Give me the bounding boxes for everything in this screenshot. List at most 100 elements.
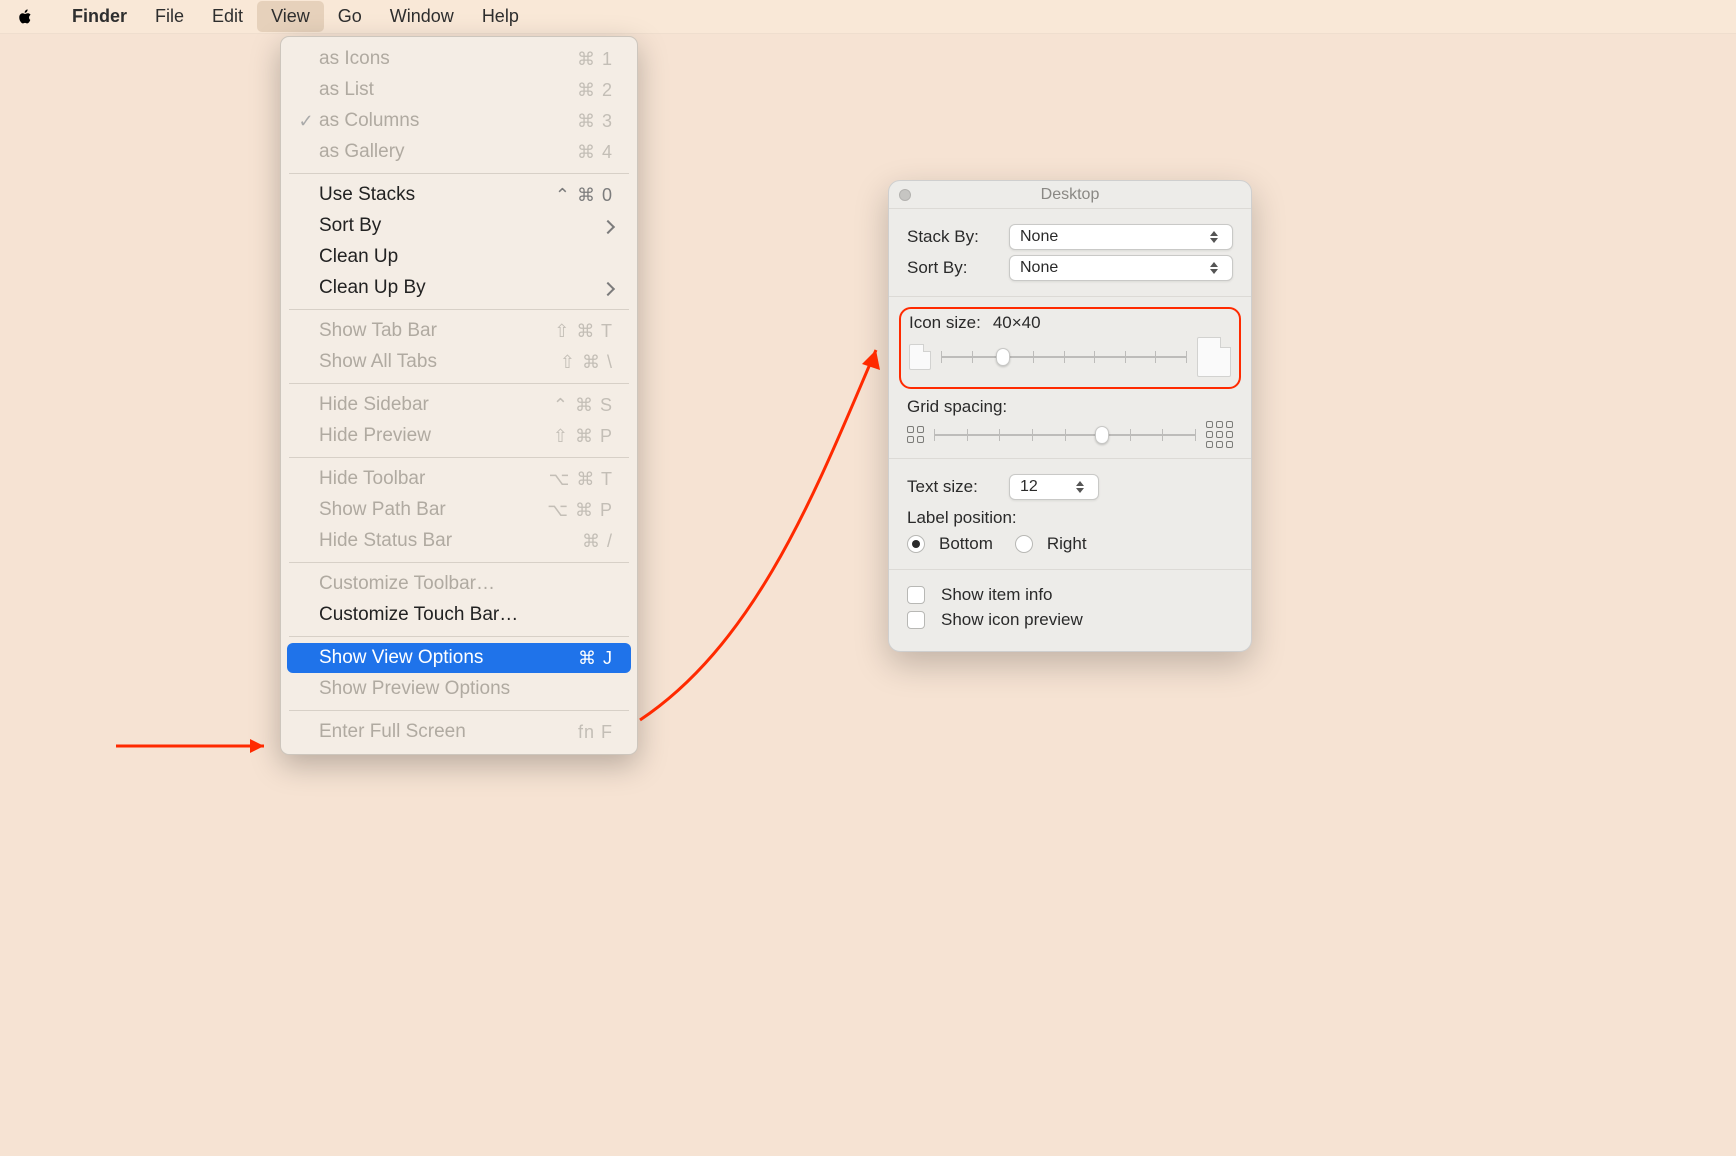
close-icon[interactable] (899, 189, 911, 201)
menu-item-shortcut: ⌃ ⌘ S (553, 395, 613, 416)
menu-item-label: as Gallery (317, 141, 577, 163)
menu-item-label: Hide Toolbar (317, 468, 549, 490)
menu-separator (289, 457, 629, 458)
label-position-label: Label position: (907, 508, 1233, 528)
menu-separator (289, 710, 629, 711)
menu-item-show-tab-bar: Show Tab Bar⇧ ⌘ T (287, 316, 631, 346)
menu-item-shortcut: ⌘ / (582, 531, 613, 552)
file-large-icon (1197, 337, 1231, 377)
menubar-item-view[interactable]: View (257, 1, 324, 32)
label-position-bottom[interactable]: Bottom (907, 534, 993, 554)
menu-item-shortcut: ⌘ 1 (577, 49, 613, 70)
menubar-item-go[interactable]: Go (324, 1, 376, 32)
menu-item-show-path-bar: Show Path Bar⌥ ⌘ P (287, 495, 631, 525)
menu-item-label: Hide Sidebar (317, 394, 553, 416)
menu-item-customize-touch-bar[interactable]: Customize Touch Bar… (287, 600, 631, 630)
menu-separator (289, 383, 629, 384)
grid-spacing-label: Grid spacing: (907, 397, 1233, 417)
show-icon-preview-checkbox[interactable]: Show icon preview (907, 610, 1233, 630)
menu-item-hide-sidebar: Hide Sidebar⌃ ⌘ S (287, 390, 631, 420)
checkmark-icon: ✓ (295, 111, 317, 132)
menubar-item-file[interactable]: File (141, 1, 198, 32)
chevron-up-down-icon (1076, 478, 1092, 496)
menubar-item-window[interactable]: Window (376, 1, 468, 32)
menu-separator (289, 636, 629, 637)
menu-item-as-columns: ✓as Columns⌘ 3 (287, 106, 631, 136)
chevron-up-down-icon (1210, 259, 1226, 277)
menubar-app-name[interactable]: Finder (58, 1, 141, 32)
menu-separator (289, 173, 629, 174)
menu-item-label: Hide Preview (317, 425, 553, 447)
chevron-right-icon (599, 278, 613, 299)
menu-item-show-all-tabs: Show All Tabs⇧ ⌘ \ (287, 347, 631, 377)
menu-item-shortcut: ⇧ ⌘ \ (560, 352, 613, 373)
sort-by-label: Sort By: (907, 258, 999, 278)
checkbox-icon (907, 586, 925, 604)
menu-item-label: Sort By (317, 215, 599, 237)
menu-item-as-list: as List⌘ 2 (287, 75, 631, 105)
label-position-right[interactable]: Right (1015, 534, 1087, 554)
grid-spacing-slider[interactable] (934, 425, 1196, 445)
menu-separator (289, 562, 629, 563)
menubar-item-edit[interactable]: Edit (198, 1, 257, 32)
menu-item-label: as List (317, 79, 577, 101)
icon-size-label: Icon size: (909, 313, 981, 333)
apple-logo-icon[interactable] (16, 8, 40, 26)
menu-item-shortcut: ⌘ 3 (577, 111, 613, 132)
menu-item-sort-by[interactable]: Sort By (287, 211, 631, 241)
icon-size-value: 40×40 (993, 313, 1041, 333)
menu-item-customize-toolbar: Customize Toolbar… (287, 569, 631, 599)
menu-item-label: Enter Full Screen (317, 721, 578, 743)
menu-item-label: Show Tab Bar (317, 320, 554, 342)
menu-item-label: as Columns (317, 110, 577, 132)
menu-item-clean-up[interactable]: Clean Up (287, 242, 631, 272)
annotation-arrows (0, 0, 1736, 1156)
menu-item-hide-toolbar: Hide Toolbar⌥ ⌘ T (287, 464, 631, 494)
panel-titlebar[interactable]: Desktop (889, 181, 1251, 209)
menu-item-shortcut: ⌘ 4 (577, 142, 613, 163)
menu-item-label: Clean Up (317, 246, 613, 268)
menu-item-shortcut: ⇧ ⌘ T (554, 321, 613, 342)
view-menu-dropdown: as Icons⌘ 1as List⌘ 2✓as Columns⌘ 3as Ga… (280, 36, 638, 755)
menubar: Finder FileEditViewGoWindowHelp (0, 0, 1736, 34)
menu-item-shortcut: ⌘ J (578, 648, 613, 669)
menu-item-label: Show Path Bar (317, 499, 547, 521)
menu-item-show-preview-options: Show Preview Options (287, 674, 631, 704)
menu-item-shortcut: ⌥ ⌘ T (549, 469, 613, 490)
menu-item-label: Show All Tabs (317, 351, 560, 373)
menu-item-label: Hide Status Bar (317, 530, 582, 552)
menu-item-use-stacks[interactable]: Use Stacks⌃ ⌘ 0 (287, 180, 631, 210)
chevron-right-icon (599, 216, 613, 237)
view-options-panel: Desktop Stack By: None Sort By: None Ico… (888, 180, 1252, 652)
show-item-info-checkbox[interactable]: Show item info (907, 585, 1233, 605)
file-small-icon (909, 344, 931, 370)
icon-size-slider[interactable] (941, 347, 1187, 367)
menu-item-hide-status-bar: Hide Status Bar⌘ / (287, 526, 631, 556)
menu-item-label: Clean Up By (317, 277, 599, 299)
menu-item-show-view-options[interactable]: Show View Options⌘ J (287, 643, 631, 673)
menu-item-as-gallery: as Gallery⌘ 4 (287, 137, 631, 167)
sort-by-popup[interactable]: None (1009, 255, 1233, 281)
stack-by-popup[interactable]: None (1009, 224, 1233, 250)
menu-item-label: Show View Options (317, 647, 578, 669)
grid-tight-icon (907, 426, 924, 443)
menu-separator (289, 309, 629, 310)
menu-item-shortcut: ⇧ ⌘ P (553, 426, 613, 447)
menu-item-clean-up-by[interactable]: Clean Up By (287, 273, 631, 303)
panel-title: Desktop (1041, 186, 1100, 204)
menu-item-label: Show Preview Options (317, 678, 613, 700)
menubar-item-help[interactable]: Help (468, 1, 533, 32)
stack-by-label: Stack By: (907, 227, 999, 247)
menu-item-shortcut: ⌥ ⌘ P (547, 500, 613, 521)
radio-icon (1015, 535, 1033, 553)
annotation-highlight-box: Icon size: 40×40 (899, 307, 1241, 389)
menu-item-label: Customize Toolbar… (317, 573, 613, 595)
text-size-label: Text size: (907, 477, 999, 497)
chevron-up-down-icon (1210, 228, 1226, 246)
menu-item-label: Customize Touch Bar… (317, 604, 613, 626)
checkbox-icon (907, 611, 925, 629)
menu-item-shortcut: ⌘ 2 (577, 80, 613, 101)
grid-loose-icon (1206, 421, 1233, 448)
text-size-popup[interactable]: 12 (1009, 474, 1099, 500)
menu-item-shortcut: fn F (578, 722, 613, 743)
